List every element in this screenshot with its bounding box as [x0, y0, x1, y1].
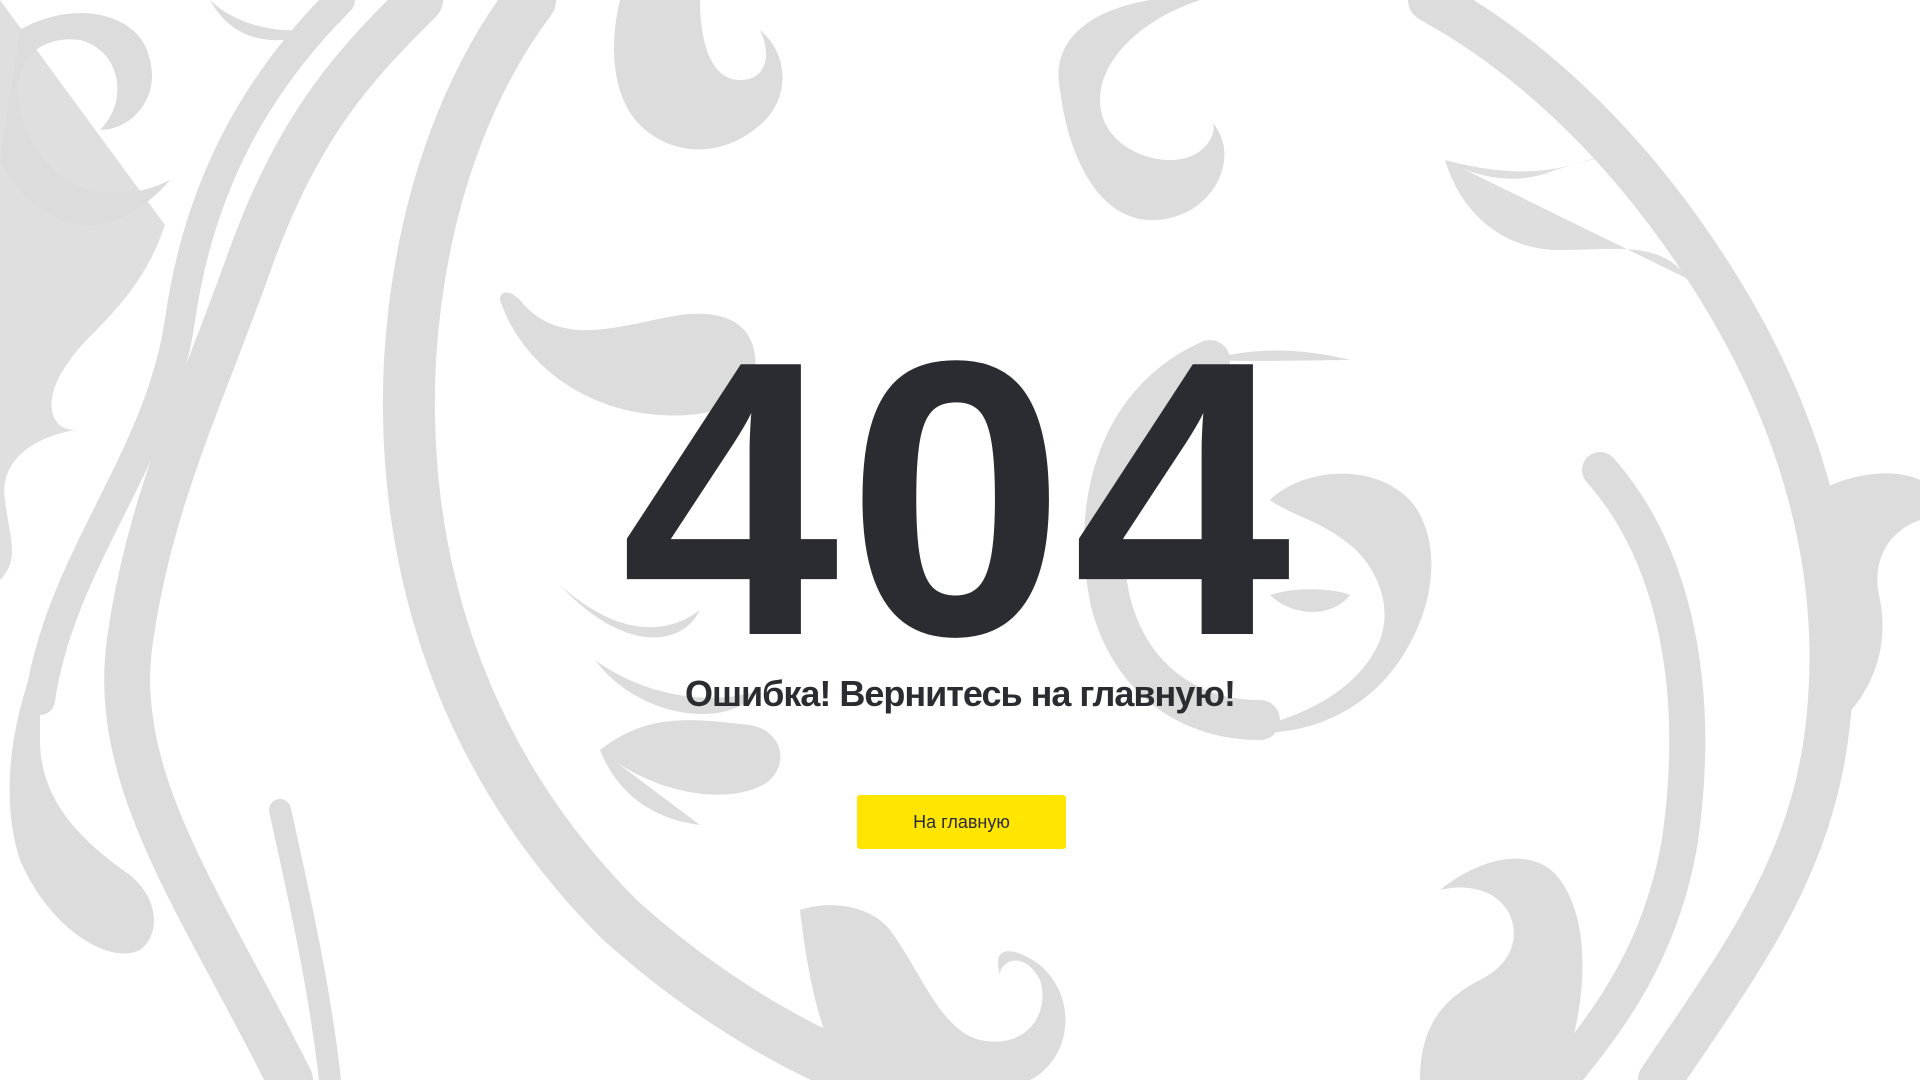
- home-button[interactable]: На главную: [857, 795, 1066, 849]
- error-code: 404: [620, 280, 1300, 718]
- error-message: Ошибка! Вернитесь на главную!: [684, 673, 1236, 714]
- error-page: 404 Ошибка! Вернитесь на главную! На гла…: [0, 0, 1920, 1080]
- error-content: 404 Ошибка! Вернитесь на главную! На гла…: [0, 0, 1920, 1080]
